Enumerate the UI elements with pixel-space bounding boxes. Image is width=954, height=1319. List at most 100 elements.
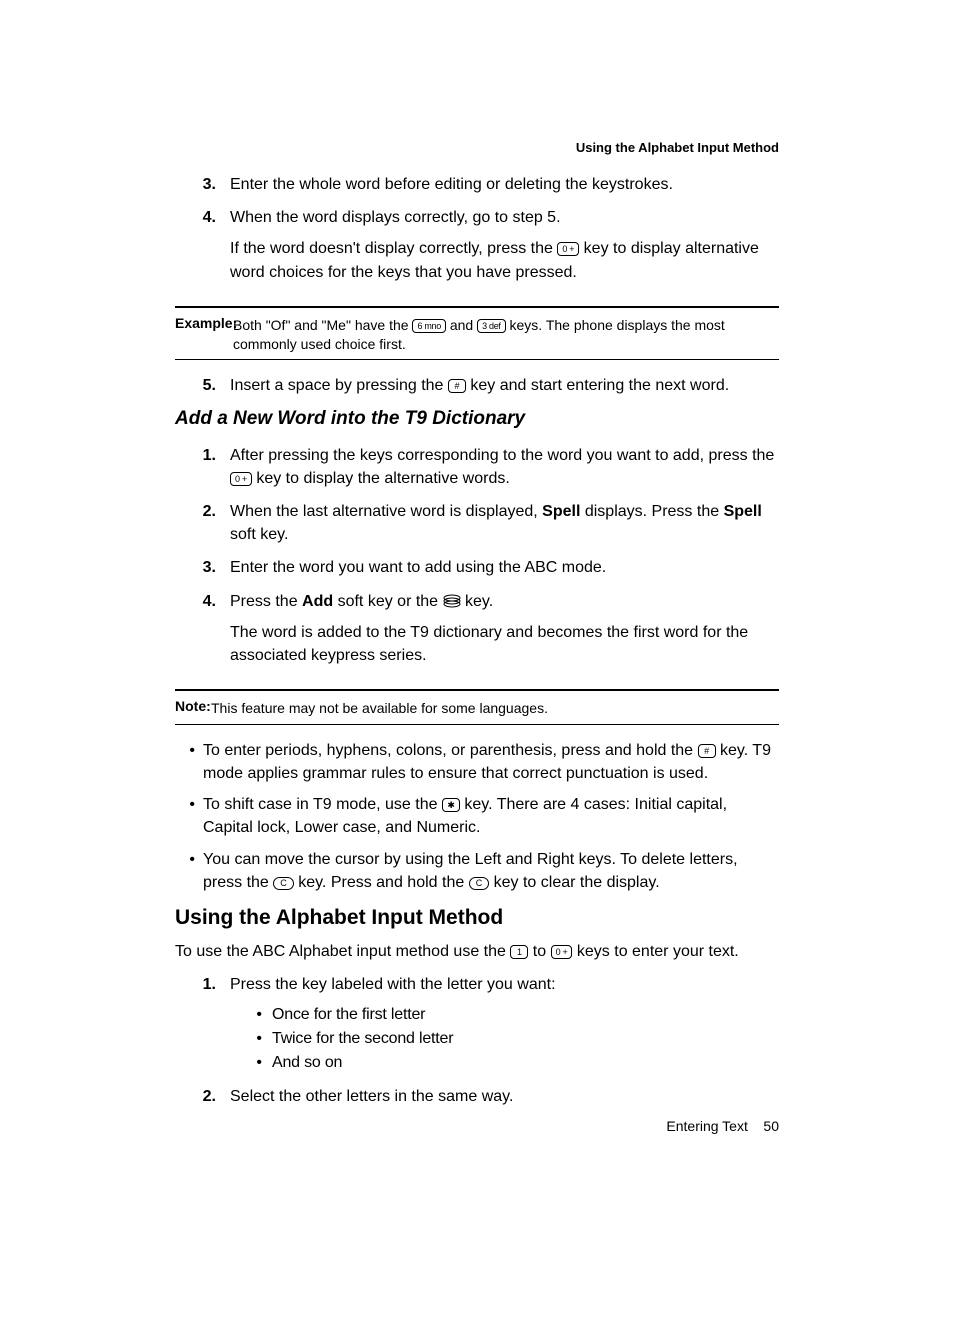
text-fragment: Insert a space by pressing the (230, 377, 448, 394)
divider (175, 359, 779, 360)
step-body: Press the Add soft key or the key. The w… (230, 590, 779, 676)
sub-bullet-text: Once for the first letter (272, 1004, 425, 1026)
key-zero-icon: 0 + (551, 945, 573, 959)
step-2: 2. When the last alternative word is dis… (175, 500, 779, 546)
bullet-marker: • (230, 1004, 272, 1026)
text-fragment: Both "Of" and "Me" have the (233, 317, 412, 333)
step-text: Press the Add soft key or the key. (230, 590, 779, 613)
step-1: 1. After pressing the keys corresponding… (175, 444, 779, 490)
step-body: After pressing the keys corresponding to… (230, 444, 779, 490)
page-content: Using the Alphabet Input Method 3. Enter… (0, 0, 954, 1178)
key-six-icon: 6 mno (412, 319, 446, 333)
bullet-item: • To shift case in T9 mode, use the ✱ ke… (175, 793, 779, 839)
step-4b: 4. Press the Add soft key or the key. Th… (175, 590, 779, 676)
text-fragment: displays. Press the (580, 503, 723, 520)
note-callout: Note: This feature may not be available … (175, 697, 779, 718)
bold-text: Spell (724, 503, 762, 520)
text-fragment: After pressing the keys corresponding to… (230, 447, 774, 464)
callout-label: Note: (175, 698, 211, 714)
step-number: 4. (175, 590, 230, 676)
footer-page-number: 50 (763, 1118, 779, 1134)
key-star-icon: ✱ (442, 798, 460, 812)
step-text: Press the key labeled with the letter yo… (230, 973, 779, 996)
text-fragment: soft key. (230, 526, 288, 543)
step-body: Press the key labeled with the letter yo… (230, 973, 779, 1075)
text-fragment: To enter periods, hyphens, colons, or pa… (203, 742, 698, 759)
key-zero-icon: 0 + (557, 242, 579, 256)
bullet-body: You can move the cursor by using the Lef… (203, 848, 779, 894)
key-one-icon: 1 (510, 945, 528, 959)
step-1c: 1. Press the key labeled with the letter… (175, 973, 779, 1075)
step-text: The word is added to the T9 dictionary a… (230, 621, 779, 667)
step-3: 3. Enter the whole word before editing o… (175, 173, 779, 196)
bullet-item: • To enter periods, hyphens, colons, or … (175, 739, 779, 785)
step-4: 4. When the word displays correctly, go … (175, 206, 779, 292)
bullet-marker: • (175, 739, 203, 785)
text-fragment: to (528, 943, 550, 960)
text-fragment: key. (461, 593, 494, 610)
callout-body: Both "Of" and "Me" have the 6 mno and 3 … (175, 316, 779, 354)
step-number: 5. (175, 374, 230, 397)
text-fragment: key. Press and hold the (294, 874, 469, 891)
bullet-marker: • (175, 793, 203, 839)
text-fragment: key to display the alternative words. (252, 470, 510, 487)
step-5: 5. Insert a space by pressing the # key … (175, 374, 779, 397)
divider (175, 306, 779, 308)
text-fragment: If the word doesn't display correctly, p… (230, 240, 557, 257)
bullet-marker: • (230, 1028, 272, 1050)
step-body: When the last alternative word is displa… (230, 500, 779, 546)
text-fragment: To use the ABC Alphabet input method use… (175, 943, 510, 960)
text-fragment: To shift case in T9 mode, use the (203, 796, 442, 813)
step-body: Insert a space by pressing the # key and… (230, 374, 779, 397)
bullet-body: To shift case in T9 mode, use the ✱ key.… (203, 793, 779, 839)
bullet-item: • You can move the cursor by using the L… (175, 848, 779, 894)
footer-section: Entering Text (666, 1118, 747, 1134)
step-2c: 2. Select the other letters in the same … (175, 1085, 779, 1108)
key-three-icon: 3 def (477, 319, 506, 333)
step-number: 2. (175, 500, 230, 546)
bold-text: Add (302, 593, 333, 610)
sub-bullet-text: And so on (272, 1052, 342, 1074)
running-head: Using the Alphabet Input Method (175, 140, 779, 155)
step-text: When the word displays correctly, go to … (230, 206, 779, 229)
subsection-heading: Add a New Word into the T9 Dictionary (175, 408, 779, 430)
text-fragment: keys to enter your text. (572, 943, 738, 960)
example-callout: Example: Both "Of" and "Me" have the 6 m… (175, 314, 779, 354)
text-fragment: soft key or the (333, 593, 442, 610)
divider (175, 724, 779, 725)
intro-paragraph: To use the ABC Alphabet input method use… (175, 940, 779, 963)
bold-text: Spell (542, 503, 580, 520)
bullet-body: To enter periods, hyphens, colons, or pa… (203, 739, 779, 785)
text-fragment: When the last alternative word is displa… (230, 503, 542, 520)
key-hash-icon: # (698, 744, 716, 758)
step-text: If the word doesn't display correctly, p… (230, 237, 779, 283)
sub-bullet: • Once for the first letter (230, 1004, 779, 1026)
section-heading: Using the Alphabet Input Method (175, 906, 779, 930)
sub-bullet: • And so on (230, 1052, 779, 1074)
step-body: Enter the word you want to add using the… (230, 556, 779, 579)
step-number: 3. (175, 556, 230, 579)
text-fragment: Press the (230, 593, 302, 610)
sub-bullet: • Twice for the second letter (230, 1028, 779, 1050)
divider (175, 689, 779, 691)
step-number: 2. (175, 1085, 230, 1108)
callout-body: This feature may not be available for so… (175, 699, 779, 718)
page-footer: Entering Text 50 (666, 1118, 779, 1134)
bullet-marker: • (175, 848, 203, 894)
text-fragment: key and start entering the next word. (466, 377, 729, 394)
key-c-icon: C (273, 877, 294, 890)
bullet-marker: • (230, 1052, 272, 1074)
ok-key-icon (443, 594, 461, 608)
text-fragment: key to clear the display. (489, 874, 659, 891)
text-fragment: and (446, 317, 477, 333)
step-body: Enter the whole word before editing or d… (230, 173, 779, 196)
step-number: 1. (175, 973, 230, 1075)
step-number: 3. (175, 173, 230, 196)
step-3b: 3. Enter the word you want to add using … (175, 556, 779, 579)
callout-label: Example: (175, 315, 237, 331)
step-number: 1. (175, 444, 230, 490)
step-body: When the word displays correctly, go to … (230, 206, 779, 292)
sub-bullet-text: Twice for the second letter (272, 1028, 453, 1050)
key-hash-icon: # (448, 379, 466, 393)
key-zero-icon: 0 + (230, 472, 252, 486)
